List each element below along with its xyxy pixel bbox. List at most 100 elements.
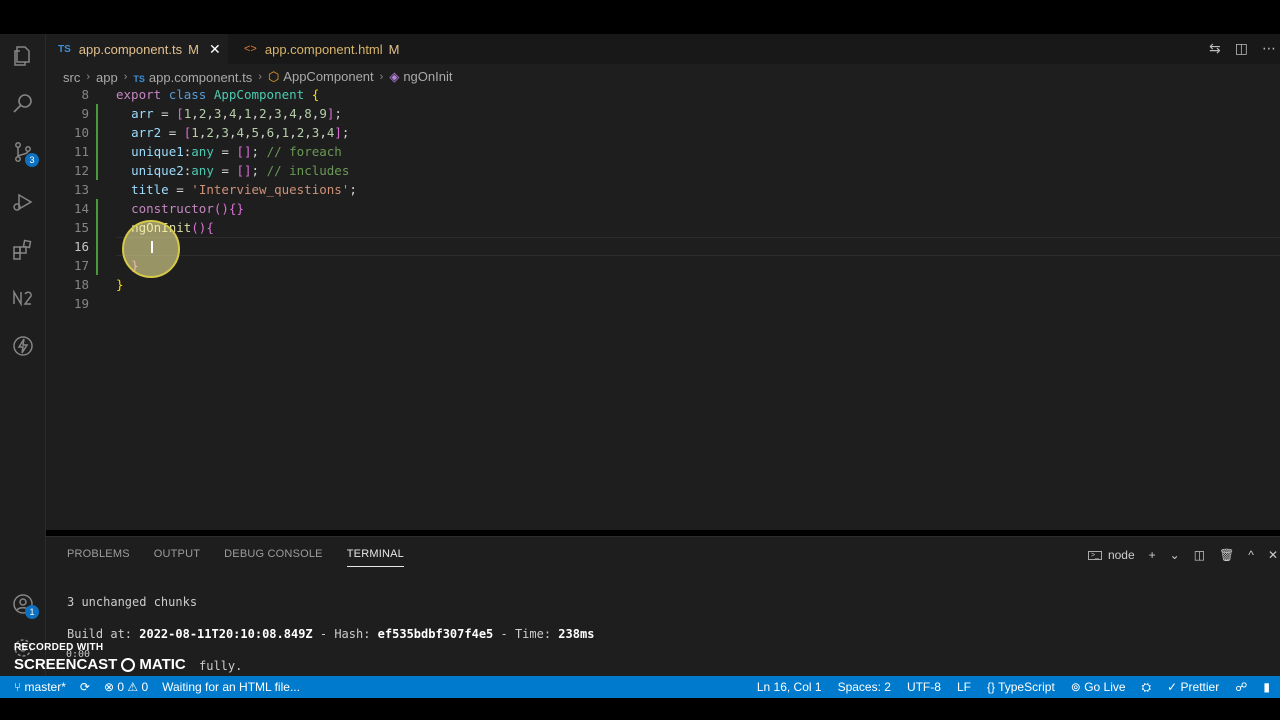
encoding[interactable]: UTF-8 [907, 680, 941, 694]
typescript-icon: TS [58, 43, 71, 55]
tab-app-component-html[interactable]: <> app.component.html M [232, 34, 432, 64]
text-cursor [151, 241, 153, 253]
git-change-marker [96, 237, 98, 256]
terminal-line: Build at: 2022-08-11T20:10:08.849Z - Has… [67, 627, 595, 641]
copilot-icon[interactable]: ⛭ [1142, 680, 1152, 695]
code-text: arr = [1,2,3,4,1,2,3,4,8,9]; [131, 106, 342, 121]
html-icon: <> [244, 43, 257, 55]
split-terminal-icon[interactable]: ◫ [1194, 548, 1205, 562]
code-line: 18 } [46, 275, 1280, 294]
breadcrumb-file[interactable]: TS app.component.ts [133, 70, 252, 85]
line-number: 13 [73, 182, 89, 197]
watermark-line1: RECORDED WITH [14, 642, 104, 653]
close-panel-icon[interactable]: ✕ [1268, 548, 1278, 562]
run-debug-icon[interactable] [9, 188, 37, 216]
line-number: 10 [73, 125, 89, 140]
open-changes-icon[interactable]: ⇆ [1209, 41, 1221, 57]
code-text: ngOnInit(){ [131, 220, 214, 235]
typescript-icon: TS [133, 73, 145, 84]
lightning-icon[interactable] [9, 332, 37, 360]
explorer-icon[interactable] [9, 42, 37, 70]
git-change-marker [96, 142, 98, 161]
bottom-panel: PROBLEMS OUTPUT DEBUG CONSOLE TERMINAL >… [46, 536, 1280, 676]
account-icon[interactable]: 1 [9, 590, 39, 619]
cursor-position[interactable]: Ln 16, Col 1 [757, 680, 822, 694]
git-change-marker [96, 218, 98, 237]
account-badge: 1 [25, 605, 39, 619]
line-number: 14 [73, 201, 89, 216]
code-line: 11 unique1:any = []; // foreach [46, 142, 1280, 161]
code-text: } [131, 258, 139, 273]
terminal-selector[interactable]: >_ node [1087, 548, 1135, 562]
terminal-line: fully. [199, 659, 243, 673]
broadcast-icon: ⊚ [1070, 680, 1085, 694]
terminal-line: 3 unchanged chunks [67, 595, 198, 609]
go-live-button[interactable]: ⊚ Go Live [1071, 680, 1126, 694]
bottom-bar [0, 698, 1280, 720]
code-line: 9 arr = [1,2,3,4,1,2,3,4,8,9]; [46, 104, 1280, 123]
code-text: unique2:any = []; // includes [131, 163, 350, 178]
check-double-icon: ✓ [1167, 680, 1181, 694]
branch-icon: ⑂ [14, 680, 25, 694]
chevron-up-icon[interactable]: ^ [1248, 548, 1254, 562]
breadcrumb-class[interactable]: ⬡ AppComponent [268, 69, 374, 85]
panel-tabs: PROBLEMS OUTPUT DEBUG CONSOLE TERMINAL [67, 545, 404, 569]
close-icon[interactable]: ✕ [209, 41, 221, 58]
notifications-icon[interactable]: ▮ [1263, 680, 1270, 694]
record-icon [121, 657, 136, 672]
tab-problems[interactable]: PROBLEMS [67, 545, 130, 567]
code-text: arr2 = [1,2,3,4,5,6,1,2,3,4]; [131, 125, 350, 140]
trash-icon[interactable]: 🗑 [1219, 548, 1234, 562]
new-terminal-icon[interactable]: + [1149, 548, 1156, 562]
more-actions-icon[interactable]: ⋯ [1262, 41, 1276, 57]
code-editor[interactable]: 8 export class AppComponent { 9 arr = [1… [46, 87, 1280, 530]
code-text: constructor(){} [131, 201, 244, 216]
extensions-icon[interactable] [9, 236, 37, 264]
method-symbol-icon: ◈ [389, 69, 400, 84]
status-message: Waiting for an HTML file... [162, 680, 300, 694]
tab-label: app.component.ts [78, 41, 183, 57]
chevron-down-icon[interactable]: ⌄ [1170, 548, 1180, 562]
code-line-current: 16 [46, 237, 1280, 256]
line-number: 11 [73, 144, 89, 159]
source-control-badge: 3 [25, 153, 39, 167]
tab-actions: ⇆ ◫ ⋯ [1209, 34, 1280, 64]
code-text: export class AppComponent { [116, 87, 320, 102]
line-number: 8 [81, 87, 89, 102]
code-line: 12 unique2:any = []; // includes [46, 161, 1280, 180]
tab-app-component-ts[interactable]: TS app.component.ts M ✕ [46, 34, 228, 64]
line-number: 16 [73, 239, 89, 254]
code-line: 8 export class AppComponent { [46, 85, 1280, 104]
line-number: 17 [73, 258, 89, 273]
current-line-highlight [116, 237, 1280, 256]
terminal-icon: >_ [1087, 550, 1102, 560]
git-change-marker [96, 199, 98, 218]
breadcrumb-app[interactable]: app [96, 70, 118, 85]
chevron-right-icon: › [86, 71, 91, 83]
breadcrumb-method[interactable]: ◈ ngOnInit [389, 69, 452, 85]
tab-output[interactable]: OUTPUT [154, 545, 200, 567]
split-editor-icon[interactable]: ◫ [1235, 41, 1248, 57]
search-icon[interactable] [9, 90, 37, 118]
language-mode[interactable]: {} TypeScript [987, 680, 1055, 694]
indentation[interactable]: Spaces: 2 [838, 680, 891, 694]
line-number: 19 [73, 296, 89, 311]
top-bar [0, 0, 1280, 34]
source-control-icon[interactable]: 3 [9, 138, 39, 167]
chevron-right-icon: › [123, 71, 128, 83]
breadcrumb-src[interactable]: src [63, 70, 80, 85]
code-line: 17 } [46, 256, 1280, 275]
nx-console-icon[interactable] [9, 284, 37, 312]
chevron-right-icon: › [379, 71, 384, 83]
tab-debug-console[interactable]: DEBUG CONSOLE [224, 545, 323, 567]
end-of-line[interactable]: LF [957, 680, 971, 694]
prettier-button[interactable]: ✓ Prettier [1167, 680, 1219, 694]
feedback-icon[interactable]: ☍ [1235, 680, 1247, 694]
tab-terminal[interactable]: TERMINAL [346, 545, 404, 567]
git-change-marker [96, 104, 98, 123]
problems-count[interactable]: ⊗ 0 ⚠ 0 [104, 680, 148, 694]
line-number: 12 [73, 163, 89, 178]
sync-icon[interactable]: ⟳ [80, 680, 90, 694]
git-branch[interactable]: ⑂ master* [14, 680, 66, 694]
line-number: 9 [81, 106, 89, 121]
